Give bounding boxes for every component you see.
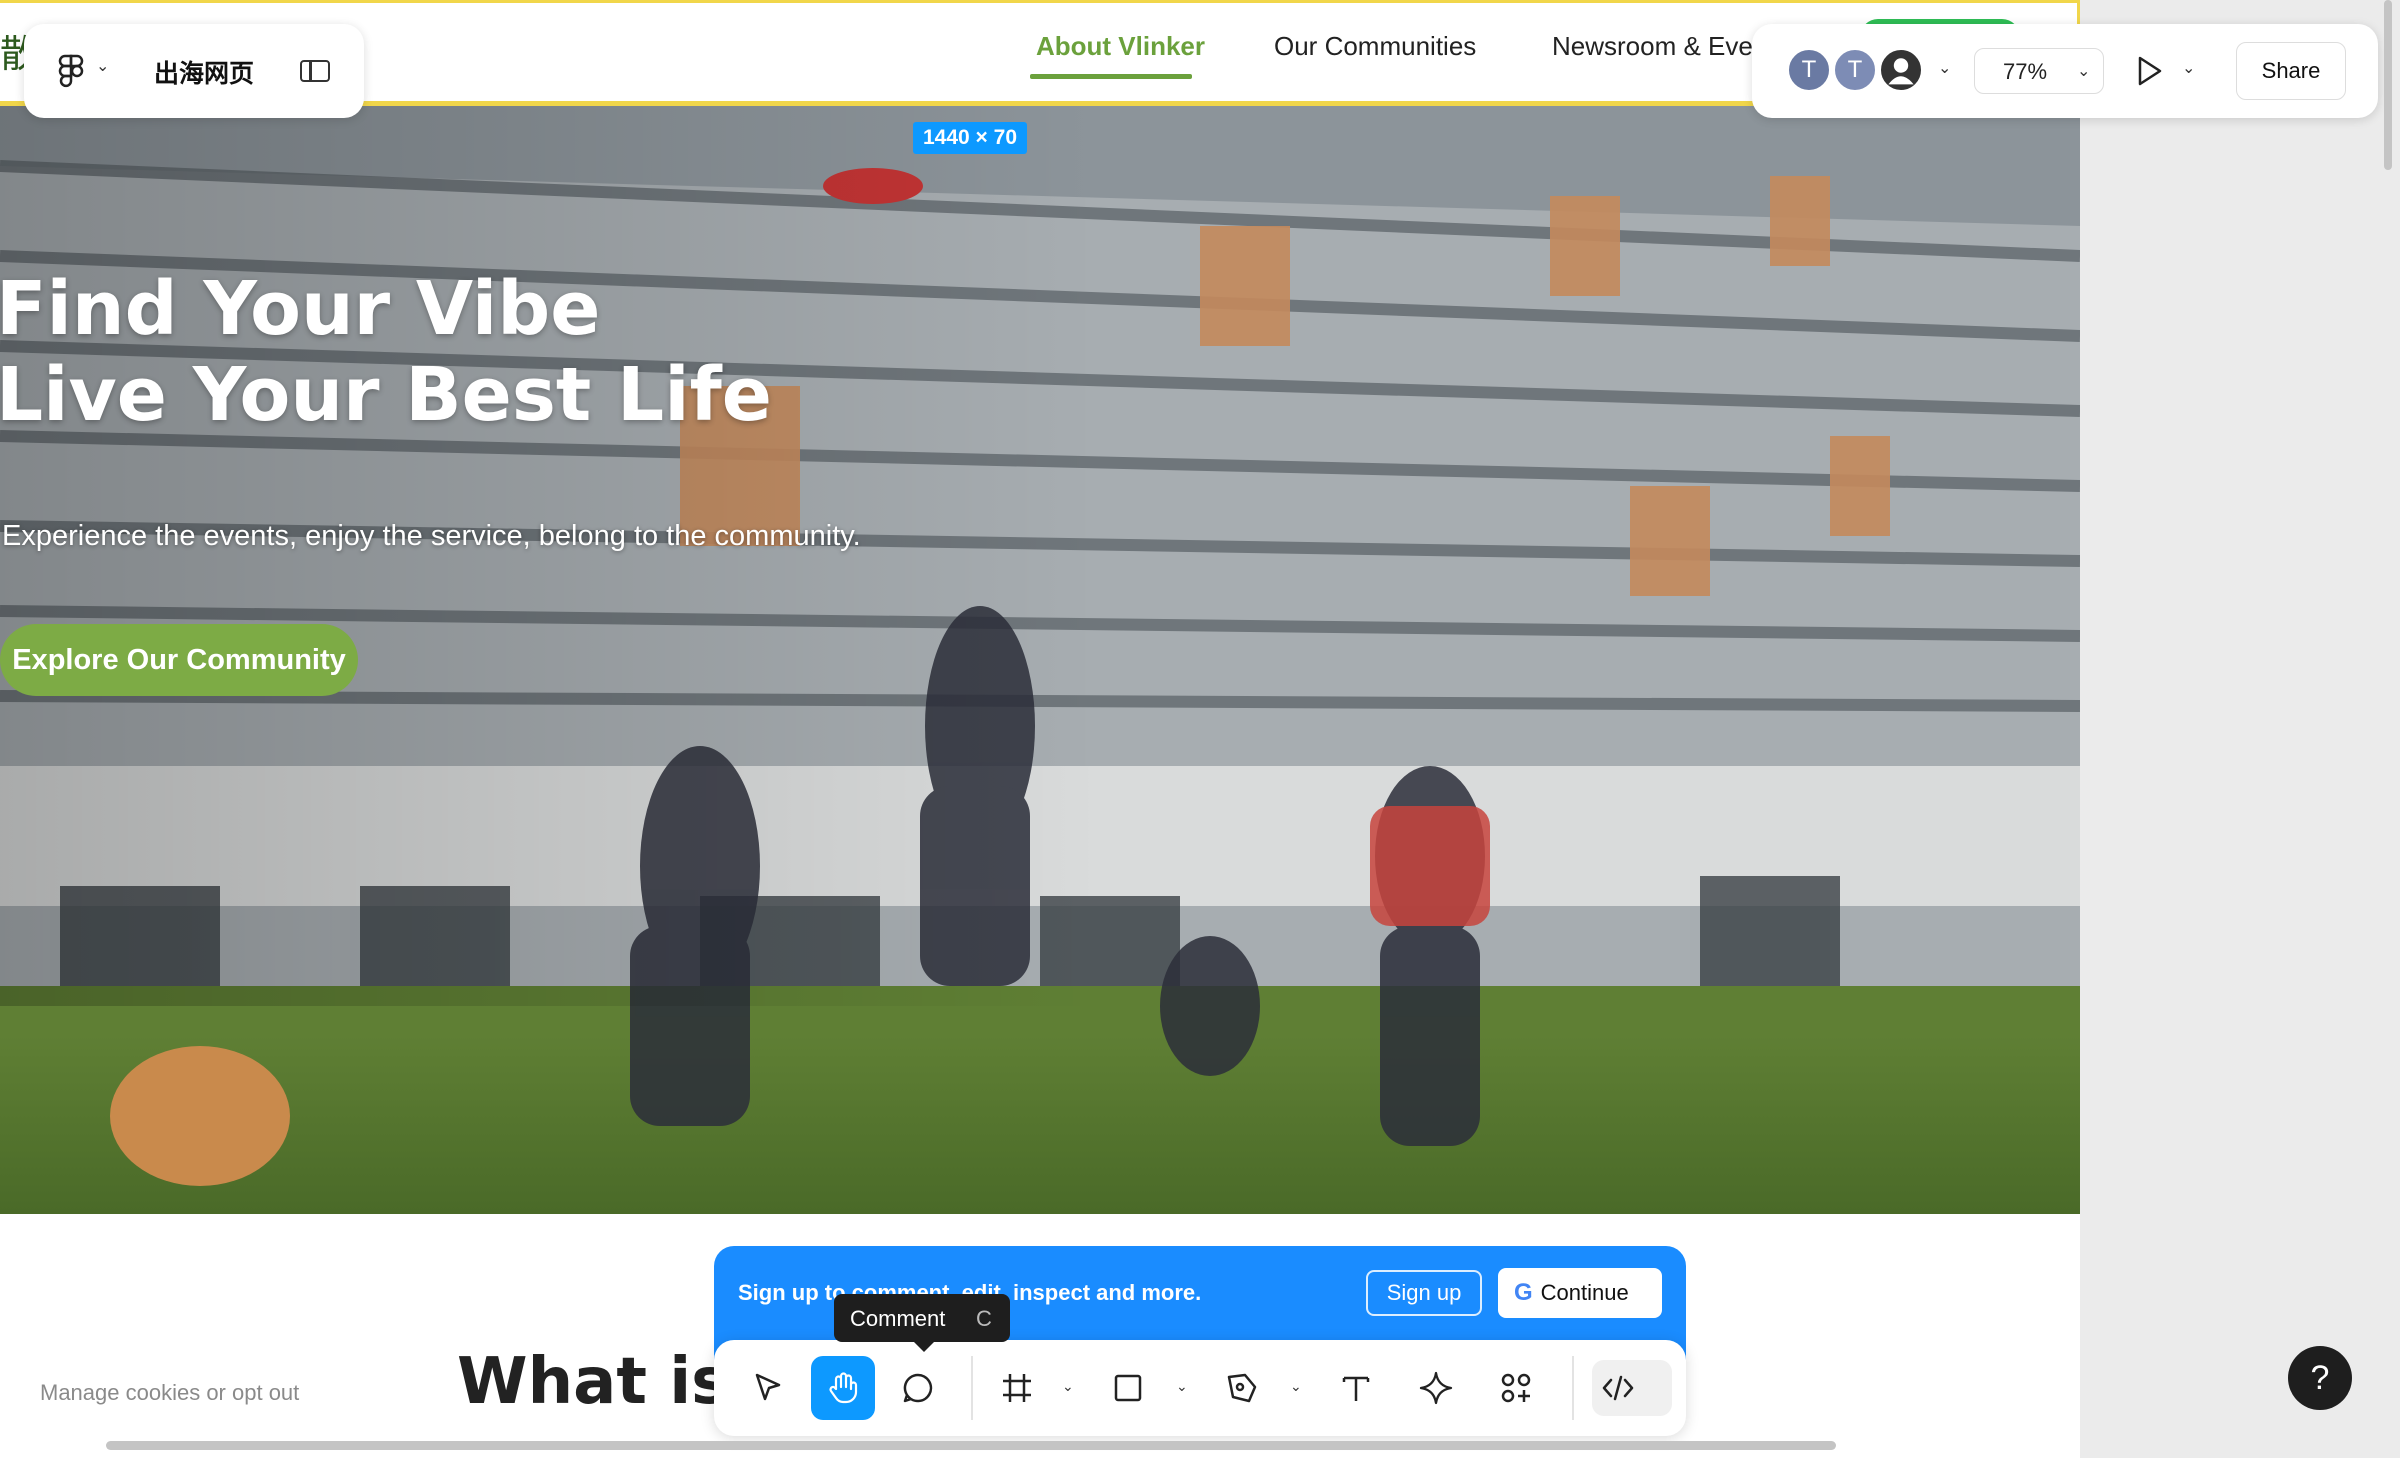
help-button[interactable]: ? <box>2288 1346 2352 1410</box>
actions-sparkle-icon[interactable] <box>1404 1356 1468 1420</box>
vertical-scrollbar[interactable] <box>2384 0 2392 170</box>
hero-title: Find Your Vibe Live Your Best Life <box>0 266 772 438</box>
file-panel: ⌄ 出海网页 <box>24 24 364 118</box>
hand-tool-icon[interactable] <box>811 1356 875 1420</box>
horizontal-scrollbar[interactable] <box>106 1441 1836 1450</box>
hero-overlay <box>0 106 1100 1006</box>
zoom-dropdown[interactable]: 77% ⌄ <box>1974 48 2104 94</box>
chevron-down-icon[interactable]: ⌄ <box>1062 1378 1074 1395</box>
frame-tool-icon[interactable] <box>985 1356 1049 1420</box>
section-title: What is Vlinker <box>457 1345 727 1419</box>
canvas-gutter <box>2080 0 2400 1458</box>
code-icon[interactable] <box>1586 1356 1650 1420</box>
hero-section: Find Your Vibe Live Your Best Life Exper… <box>0 106 2080 1214</box>
hero-title-line1: Find Your Vibe <box>0 266 601 352</box>
nav-active-underline <box>1030 74 1192 79</box>
continue-with-google-button[interactable]: G Continue <box>1498 1268 1662 1318</box>
pen-tool-icon[interactable] <box>1210 1356 1274 1420</box>
avatar[interactable]: T <box>1832 47 1878 93</box>
text-tool-icon[interactable] <box>1324 1356 1388 1420</box>
hero-title-line2: Live Your Best Life <box>0 352 772 438</box>
signup-button[interactable]: Sign up <box>1366 1270 1482 1316</box>
explore-community-button[interactable]: Explore Our Community <box>0 624 358 696</box>
zoom-value: 77% <box>2003 59 2048 84</box>
figma-logo-icon[interactable] <box>56 54 86 88</box>
file-name[interactable]: 出海网页 <box>154 54 254 90</box>
rectangle-tool-icon[interactable] <box>1096 1356 1160 1420</box>
sidebar-toggle-icon[interactable] <box>300 60 330 82</box>
chevron-down-icon[interactable]: ⌄ <box>1176 1378 1188 1395</box>
nav-link-about[interactable]: About Vlinker <box>1036 31 1205 62</box>
chevron-down-icon: ⌄ <box>2077 63 2091 80</box>
nav-link-communities[interactable]: Our Communities <box>1274 31 1476 62</box>
manage-cookies-link[interactable]: Manage cookies or opt out <box>40 1380 299 1406</box>
toolbar-divider <box>1572 1356 1574 1420</box>
frame-size-badge: 1440 × 70 <box>913 122 1028 154</box>
comment-tooltip: Comment C <box>834 1294 1010 1352</box>
user-avatar-icon[interactable] <box>1878 47 1924 93</box>
toolbar-divider <box>971 1356 973 1420</box>
google-icon: G <box>1514 1279 1533 1306</box>
chevron-down-icon[interactable]: ⌄ <box>2182 58 2195 78</box>
tooltip-label: Comment <box>850 1306 946 1331</box>
assets-tool-icon[interactable] <box>1484 1356 1548 1420</box>
avatar[interactable]: T <box>1786 47 1832 93</box>
comment-tool-icon[interactable] <box>886 1356 950 1420</box>
move-tool-icon[interactable] <box>736 1356 800 1420</box>
chevron-down-icon[interactable]: ⌄ <box>96 56 109 76</box>
play-icon[interactable] <box>2132 54 2166 88</box>
chevron-down-icon[interactable]: ⌄ <box>1938 58 1951 78</box>
share-button[interactable]: Share <box>2236 42 2346 100</box>
chevron-down-icon[interactable]: ⌄ <box>1290 1378 1302 1395</box>
continue-label: Continue <box>1540 1280 1629 1305</box>
hero-subtitle: Experience the events, enjoy the service… <box>2 520 861 552</box>
tooltip-shortcut: C <box>976 1306 992 1331</box>
collab-panel: T T ⌄ 77% ⌄ ⌄ Share <box>1752 24 2378 118</box>
bottom-toolbar: ⌄ ⌄ ⌄ <box>714 1340 1686 1436</box>
